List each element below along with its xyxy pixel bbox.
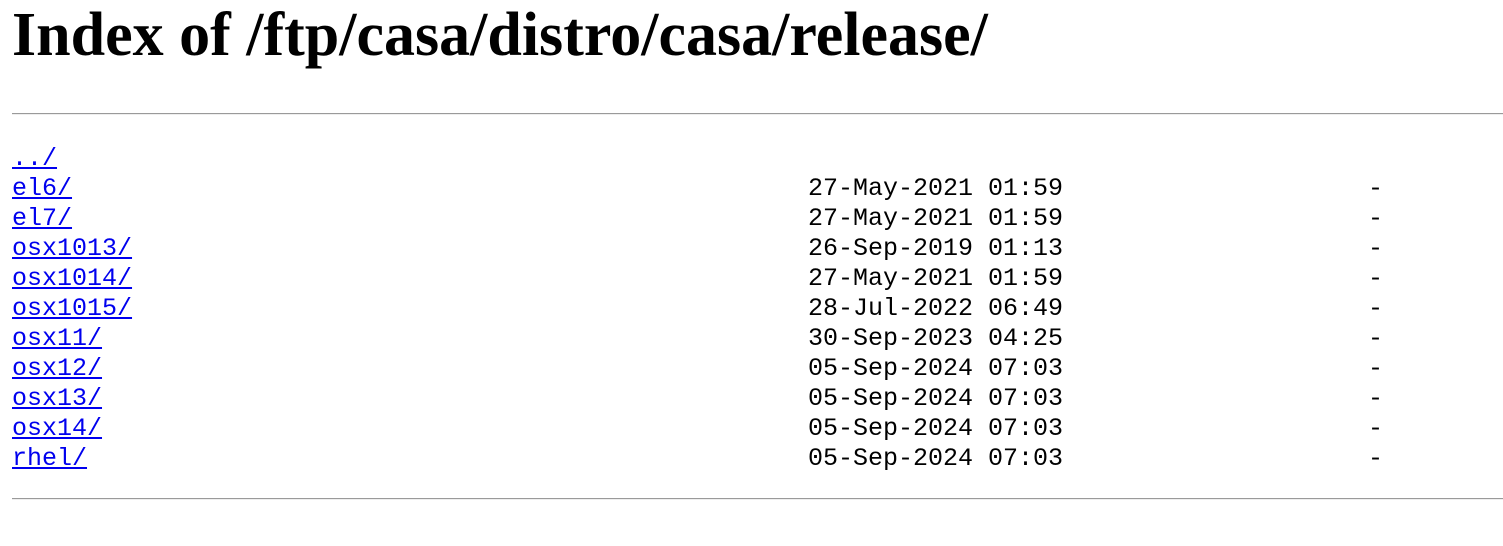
file-size: - xyxy=(1368,234,1384,263)
file-size: - xyxy=(1368,414,1384,443)
file-size: - xyxy=(1368,444,1384,473)
directory-link[interactable]: osx12/ xyxy=(12,354,102,384)
modified-date: 05-Sep-2024 07:03 xyxy=(808,444,1064,473)
parent-directory-link[interactable]: ../ xyxy=(12,144,57,174)
modified-date: 05-Sep-2024 07:03 xyxy=(808,354,1064,383)
file-size: - xyxy=(1368,324,1384,353)
modified-date: 30-Sep-2023 04:25 xyxy=(808,324,1064,353)
file-size: - xyxy=(1368,204,1384,233)
directory-link[interactable]: osx1014/ xyxy=(12,264,132,294)
directory-link[interactable]: osx11/ xyxy=(12,324,102,354)
directory-link[interactable]: osx1013/ xyxy=(12,234,132,264)
directory-link[interactable]: el7/ xyxy=(12,204,72,234)
directory-link[interactable]: el6/ xyxy=(12,174,72,204)
top-divider xyxy=(12,113,1503,115)
file-size: - xyxy=(1368,384,1384,413)
modified-date: 26-Sep-2019 01:13 xyxy=(808,234,1064,263)
bottom-divider xyxy=(12,498,1503,500)
modified-date: 27-May-2021 01:59 xyxy=(808,204,1064,233)
file-size: - xyxy=(1368,264,1384,293)
file-size: - xyxy=(1368,294,1384,323)
modified-date: 27-May-2021 01:59 xyxy=(808,264,1064,293)
modified-date: 28-Jul-2022 06:49 xyxy=(808,294,1064,323)
modified-date: 05-Sep-2024 07:03 xyxy=(808,414,1064,443)
directory-link[interactable]: rhel/ xyxy=(12,444,87,474)
modified-date: 27-May-2021 01:59 xyxy=(808,174,1064,203)
directory-link[interactable]: osx13/ xyxy=(12,384,102,414)
file-size: - xyxy=(1368,174,1384,203)
directory-link[interactable]: osx1015/ xyxy=(12,294,132,324)
directory-link[interactable]: osx14/ xyxy=(12,414,102,444)
file-size: - xyxy=(1368,354,1384,383)
page-title: Index of /ftp/casa/distro/casa/release/ xyxy=(12,1,988,69)
modified-date: 05-Sep-2024 07:03 xyxy=(808,384,1064,413)
